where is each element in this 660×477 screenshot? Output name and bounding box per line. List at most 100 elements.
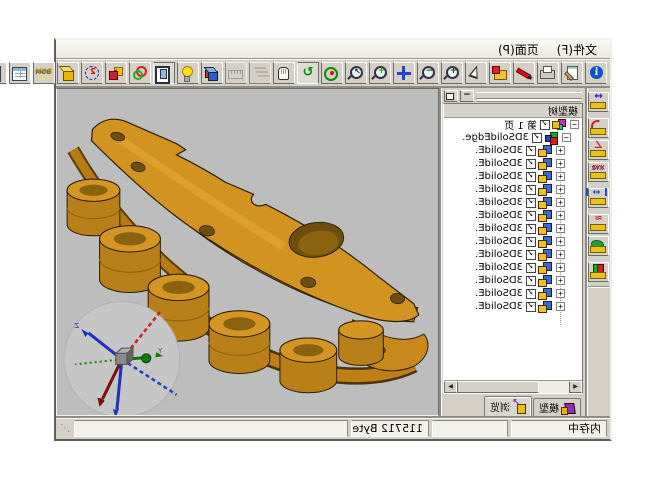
tree-part-row[interactable]: 3DSolidE. [444, 209, 582, 222]
expand-box-icon[interactable] [556, 237, 565, 246]
rotate-button[interactable] [297, 62, 319, 84]
zoom-out-button[interactable]: − [417, 62, 439, 84]
part-checkbox[interactable] [526, 211, 536, 221]
collapse-box-icon[interactable] [570, 120, 579, 129]
zoom-in-button[interactable]: + [441, 62, 463, 84]
tree-part-row[interactable]: 3DSolidE. [444, 144, 582, 157]
tree-root-row[interactable]: 第 1 页 [444, 118, 582, 131]
main-toolbar: + − + ↗ ↘ BOM [56, 59, 610, 88]
expand-box-icon[interactable] [556, 224, 565, 233]
open-button[interactable] [489, 62, 511, 84]
part-checkbox[interactable] [526, 289, 536, 299]
part-checkbox[interactable] [526, 237, 536, 247]
move-copy-button[interactable]: ↘ [105, 62, 127, 84]
tree-part-row[interactable]: 3DSolidE. [444, 261, 582, 274]
document-properties-button[interactable] [561, 62, 583, 84]
table-button[interactable] [9, 62, 31, 84]
expand-box-icon[interactable] [556, 159, 565, 168]
tree-part-row[interactable]: 3DSolidE. [444, 248, 582, 261]
part-checkbox[interactable] [526, 250, 536, 260]
exit-environment-button[interactable] [153, 62, 175, 84]
part-icon [539, 301, 553, 312]
bom-button[interactable]: BOM [33, 62, 55, 84]
tab-browse[interactable]: 浏览 [484, 396, 532, 416]
collapse-box-icon[interactable] [562, 133, 571, 142]
part-checkbox[interactable] [526, 172, 536, 182]
revision-button[interactable] [81, 62, 103, 84]
measure-xyz-button[interactable]: XYZ [588, 162, 609, 182]
expand-box-icon[interactable] [556, 172, 565, 181]
part-icon [539, 184, 553, 195]
tab-model[interactable]: 模型 [533, 398, 581, 416]
part-checkbox[interactable] [526, 185, 536, 195]
panel-minimize-button[interactable]: − [460, 90, 474, 102]
help-button[interactable] [585, 62, 607, 84]
pan-button[interactable] [393, 62, 415, 84]
part-checkbox[interactable] [526, 198, 536, 208]
shaded-view-button[interactable] [201, 62, 223, 84]
tree-assembly-row[interactable]: 3DSolidEdge. [444, 131, 582, 144]
expand-box-icon[interactable] [556, 289, 565, 298]
tree-part-row[interactable]: 3DSolidE. [444, 170, 582, 183]
scrollbar-track[interactable] [457, 381, 569, 393]
assembly-checkbox[interactable] [532, 133, 542, 143]
measure-radius-button[interactable] [588, 118, 609, 138]
panel-restore-button[interactable] [444, 90, 458, 102]
menu-file[interactable]: 文件(F) [548, 40, 606, 59]
menu-page[interactable]: 页面(P) [489, 40, 548, 59]
panel-titlebar: − [443, 89, 583, 103]
solid-cube-button[interactable] [57, 62, 79, 84]
expand-box-icon[interactable] [556, 276, 565, 285]
part-checkbox[interactable] [526, 159, 536, 169]
layers-button[interactable] [249, 62, 271, 84]
measure-angle-button[interactable] [588, 140, 609, 160]
root-checkbox[interactable] [540, 120, 550, 130]
pan-hand-button[interactable] [273, 62, 295, 84]
measure-angle-icon [590, 142, 607, 158]
tree-part-row[interactable]: 3DSolidE. [444, 300, 582, 313]
measure-curve-icon [590, 216, 607, 232]
select-button[interactable] [465, 62, 487, 84]
measure-volume-button[interactable] [588, 262, 609, 282]
tree-horizontal-scrollbar[interactable]: ◀ ▶ [444, 380, 582, 393]
markup-pen-button[interactable] [513, 62, 535, 84]
resize-grip[interactable]: ⋰ [59, 422, 71, 436]
print-button[interactable] [537, 62, 559, 84]
expand-box-icon[interactable] [556, 198, 565, 207]
part-checkbox[interactable] [526, 146, 536, 156]
rotate-about-point-button[interactable] [321, 62, 343, 84]
measure-distance-button[interactable] [588, 92, 609, 112]
scroll-left-button[interactable]: ◀ [569, 381, 582, 393]
tree-part-row[interactable]: 3DSolidE. [444, 196, 582, 209]
expand-box-icon[interactable] [556, 146, 565, 155]
tree-part-row[interactable]: 3DSolidE. [444, 183, 582, 196]
tree-part-row[interactable]: 3DSolidE. [444, 235, 582, 248]
light-button[interactable] [177, 62, 199, 84]
tree-part-row[interactable]: 3DSolidE. [444, 222, 582, 235]
zoom-area-button[interactable]: + [369, 62, 391, 84]
expand-box-icon[interactable] [556, 185, 565, 194]
expand-box-icon[interactable] [556, 263, 565, 272]
dimension-button[interactable] [225, 62, 247, 84]
tree-part-row[interactable]: 3DSolidE. [444, 274, 582, 287]
expand-box-icon[interactable] [556, 302, 565, 311]
new-page-button[interactable] [0, 62, 7, 84]
scrollbar-thumb[interactable] [457, 381, 539, 393]
part-checkbox[interactable] [526, 276, 536, 286]
scroll-right-button[interactable]: ▶ [444, 381, 457, 393]
measure-curve-button[interactable] [588, 214, 609, 234]
expand-box-icon[interactable] [556, 250, 565, 259]
panel-grip[interactable] [476, 92, 582, 99]
zoom-dynamic-button[interactable]: ↗ [345, 62, 367, 84]
measure-area-button[interactable] [588, 236, 609, 256]
measure-between-button[interactable] [588, 188, 609, 208]
gears-button[interactable] [129, 62, 151, 84]
part-checkbox[interactable] [526, 263, 536, 273]
tree-part-row[interactable]: 3DSolidE. [444, 157, 582, 170]
tree-part-label: 3DSolidE. [475, 223, 523, 234]
expand-box-icon[interactable] [556, 211, 565, 220]
part-checkbox[interactable] [526, 224, 536, 234]
viewport[interactable]: Z X Y [56, 88, 439, 416]
part-checkbox[interactable] [526, 302, 536, 312]
tree-part-row[interactable]: 3DSolidE. [444, 287, 582, 300]
